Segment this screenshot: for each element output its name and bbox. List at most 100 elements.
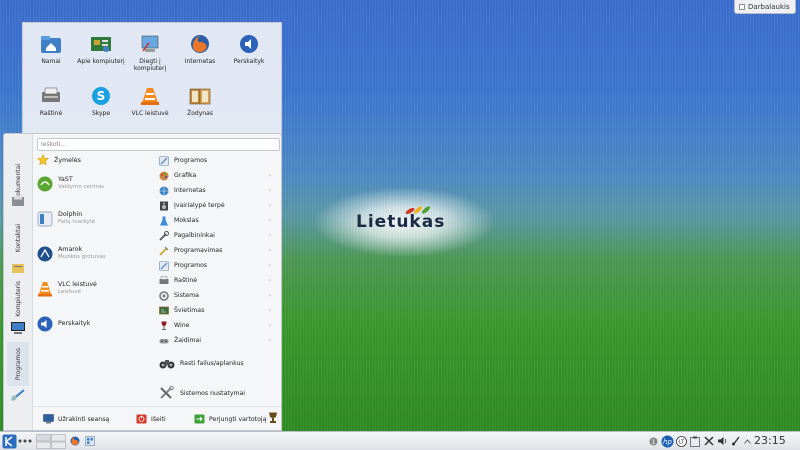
applications-icon [159,155,169,166]
desktop-item-skype[interactable]: S Skype [76,85,126,117]
category-item[interactable]: Sistema › [159,289,277,302]
chevron-right-icon: › [268,277,271,284]
launcher-search-input[interactable]: Ieškoti... [37,138,280,151]
system-settings-item[interactable]: Sistemos nustatymai [159,384,277,402]
category-item[interactable]: Raštinė › [159,274,277,287]
favorite-title: Dolphin [58,211,83,218]
category-item[interactable]: Programos [159,154,277,167]
category-item[interactable]: Pagalbininkai › [159,229,277,242]
category-item[interactable]: Programos › [159,259,277,272]
tab-computer[interactable]: Kompiuteris [7,279,29,319]
tab-label: Kontaktai [14,223,22,253]
favorite-item-perskaityk[interactable]: Perskaityk [37,316,155,332]
favorite-subtitle: Muzikos grotuvas [58,254,106,260]
desktop-item-label: Raštinė [39,110,63,117]
svg-text:1: 1 [651,439,655,446]
desktop-item-about-computer[interactable]: Apie kompiuterį [76,33,126,65]
taskbar-panel: 1 hp LT 23:15 [0,431,800,450]
tab-contacts[interactable]: Kontaktai [7,214,29,262]
category-label: Sistema [174,292,199,299]
switch-user-label: Perjungti vartotoją [209,415,267,423]
category-item[interactable]: Švietimas › [159,304,277,317]
show-desktop-button[interactable] [84,435,96,447]
switch-user-button[interactable]: Perjungti vartotoją [194,414,266,424]
system-icon [159,290,169,301]
logout-button[interactable]: Išeiti [136,414,166,424]
desktop-item-label: Apie kompiuterį [77,58,125,65]
lock-session-label: Užrakinti seansą [58,415,110,423]
desktop-item-dictionary[interactable]: Žodynas [175,85,225,117]
speaker-icon [238,33,260,55]
category-label: Wine [174,322,190,329]
favorite-title: VLC leistuvė [58,281,97,288]
kde-logo-icon [2,434,16,448]
category-item[interactable]: Žaidimai › [159,334,277,347]
firefox-icon [70,436,80,446]
favorite-item-yast[interactable]: YaST Valdymo centras [37,176,155,192]
network-icon[interactable] [730,435,742,447]
desktop-toolbox-button[interactable]: Darbalaukis [734,0,796,14]
desktop-item-label: Namai [41,58,61,65]
lock-session-button[interactable]: Užrakinti seansą [43,414,109,424]
favorite-item-dolphin[interactable]: Dolphin Failų tvarkytė [37,211,155,227]
category-item[interactable]: Grafika › [159,169,277,182]
launcher-bottom-bar: Užrakinti seansą Išeiti Perjungti vartot… [32,406,281,431]
notifications-icon[interactable]: 1 [648,436,658,446]
desktop-item-label: Internetas [184,58,216,65]
trophy-icon [269,412,277,423]
firefox-quicklaunch[interactable] [69,435,81,447]
volume-icon[interactable] [716,435,728,447]
education-icon [159,306,169,314]
binoculars-icon [159,360,175,369]
vlc-icon [38,282,52,297]
find-files-label: Rasti failus/aplankus [180,359,244,367]
kde-launcher-button[interactable] [1,433,17,449]
desktop-item-internet[interactable]: Internetas [175,33,225,65]
vlc-icon [139,85,161,107]
find-files-item[interactable]: Rasti failus/aplankus [159,354,277,372]
science-icon [160,216,168,225]
category-label: Pagalbininkai [174,232,215,239]
category-item[interactable]: Mokslas › [159,214,277,227]
favorite-subtitle: Valdymo centras [58,184,104,190]
desktop-item-vlc[interactable]: VLC leistuvė [125,85,175,117]
tray-expand-icon[interactable] [743,437,751,445]
tab-applications[interactable]: Programos [7,342,29,386]
chevron-right-icon: › [268,202,271,209]
logout-icon [136,414,147,424]
favorite-title: Perskaityk [58,320,91,327]
category-item[interactable]: Internetas › [159,184,277,197]
desktop-item-home[interactable]: Namai [26,33,76,65]
clipboard-icon[interactable] [689,435,701,447]
chevron-right-icon: › [268,187,271,194]
tools-tray-icon[interactable] [703,435,715,447]
favorite-item-amarok[interactable]: Amarok Muzikos grotuvas [37,246,155,262]
activities-dots[interactable] [18,438,34,444]
desktop-item-office[interactable]: Raštinė [26,85,76,117]
desktop-item-label: Perskaityk [233,58,265,65]
utilities-icon [159,230,169,241]
star-icon [37,154,49,166]
category-item[interactable]: Įvairialypė terpė › [159,199,277,212]
chevron-right-icon: › [268,307,271,314]
keyboard-layout-icon[interactable]: LT [675,435,687,447]
category-item[interactable]: Wine › [159,319,277,332]
about-computer-icon [90,33,112,55]
chevron-right-icon: › [268,172,271,179]
favorites-header[interactable]: Žymelės [37,154,155,166]
favorite-item-vlc[interactable]: VLC leistuvė Leistuvė [37,281,155,297]
games-icon [159,338,169,343]
hp-printer-icon[interactable]: hp [660,434,674,448]
leave-options-button[interactable] [268,412,278,424]
category-label: Įvairialypė terpė [174,202,225,209]
desktop-item-perskaityk[interactable]: Perskaityk [224,33,274,65]
svg-text:S: S [97,89,106,103]
desktop-item-install[interactable]: Diegti į kompiuterį [125,33,175,72]
category-item[interactable]: Programavimas › [159,244,277,257]
category-label: Grafika [174,172,197,179]
virtual-desktop-pager[interactable] [36,434,66,449]
dictionary-icon [189,85,211,107]
firefox-icon [189,33,211,55]
digital-clock[interactable]: 23:15 [754,434,786,447]
pager-icon [36,434,66,449]
